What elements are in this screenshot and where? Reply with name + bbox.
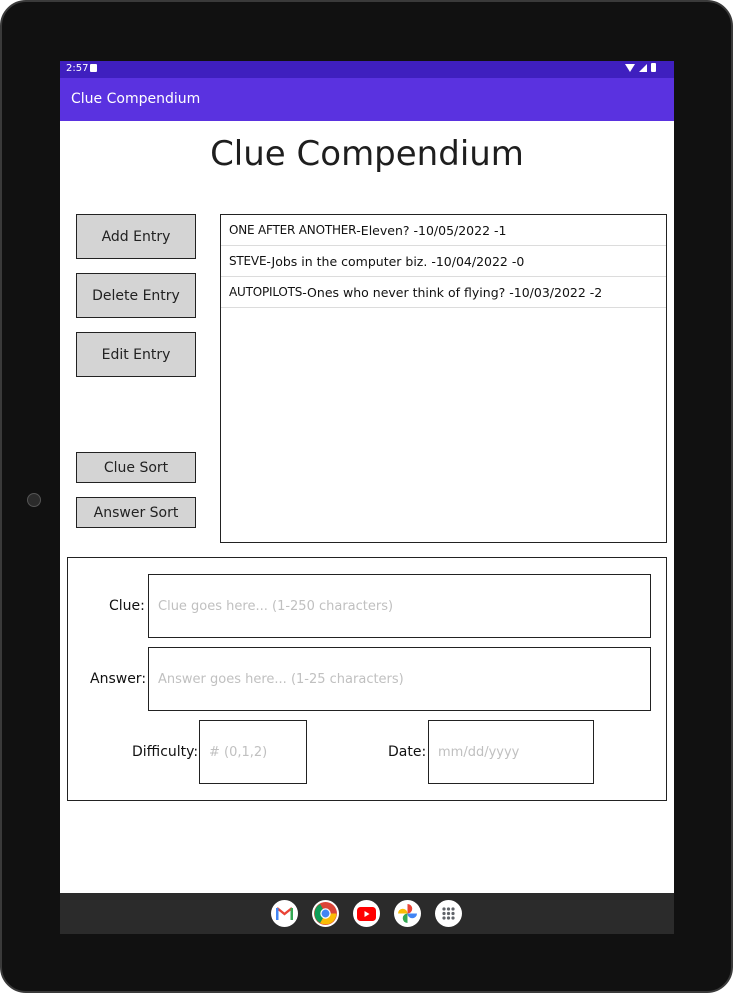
entry-list[interactable]: ONE AFTER ANOTHER -Eleven? -10/05/2022 -… [220,214,667,543]
edit-entry-button[interactable]: Edit Entry [76,332,196,377]
answer-label: Answer: [90,671,147,687]
gmail-icon[interactable] [271,900,298,927]
app-screen: 2:57 Clue Compendium Clue Compendium Add… [60,61,674,934]
page-title: Clue Compendium [210,134,524,174]
answer-input[interactable] [148,647,651,711]
chrome-icon[interactable] [312,900,339,927]
app-bar-title: Clue Compendium [71,91,201,107]
signal-icon [639,63,647,72]
difficulty-input[interactable] [199,720,307,784]
entry-answer: STEVE [229,254,267,268]
entry-details: -Eleven? -10/05/2022 -1 [356,222,507,238]
list-item[interactable]: AUTOPILOTS -Ones who never think of flyi… [221,277,666,308]
clue-label: Clue: [109,598,145,614]
photos-icon[interactable] [394,900,421,927]
app-drawer-icon[interactable] [435,900,462,927]
clue-input[interactable] [148,574,651,638]
date-input[interactable] [428,720,594,784]
youtube-icon[interactable] [353,900,380,927]
app-dock [60,893,674,934]
sim-card-icon [90,64,97,72]
difficulty-label: Difficulty: [132,744,199,760]
delete-entry-button[interactable]: Delete Entry [76,273,196,318]
status-bar: 2:57 [60,61,674,78]
answer-sort-button[interactable]: Answer Sort [76,497,196,528]
status-time: 2:57 [66,63,89,74]
entry-answer: AUTOPILOTS [229,285,303,299]
entry-details: -Jobs in the computer biz. -10/04/2022 -… [266,253,525,269]
add-entry-button[interactable]: Add Entry [76,214,196,259]
list-item[interactable]: ONE AFTER ANOTHER -Eleven? -10/05/2022 -… [221,215,666,246]
front-camera [27,493,41,507]
entry-details: -Ones who never think of flying? -10/03/… [302,284,603,300]
date-label: Date: [388,744,427,760]
entry-form: Clue: Answer: Difficulty: Date: [67,557,667,801]
app-bar: Clue Compendium [60,78,674,121]
entry-answer: ONE AFTER ANOTHER [229,223,357,237]
clue-sort-button[interactable]: Clue Sort [76,452,196,483]
list-item[interactable]: STEVE -Jobs in the computer biz. -10/04/… [221,246,666,277]
status-icons [625,63,656,72]
wifi-icon [625,63,635,72]
battery-icon [651,63,656,72]
